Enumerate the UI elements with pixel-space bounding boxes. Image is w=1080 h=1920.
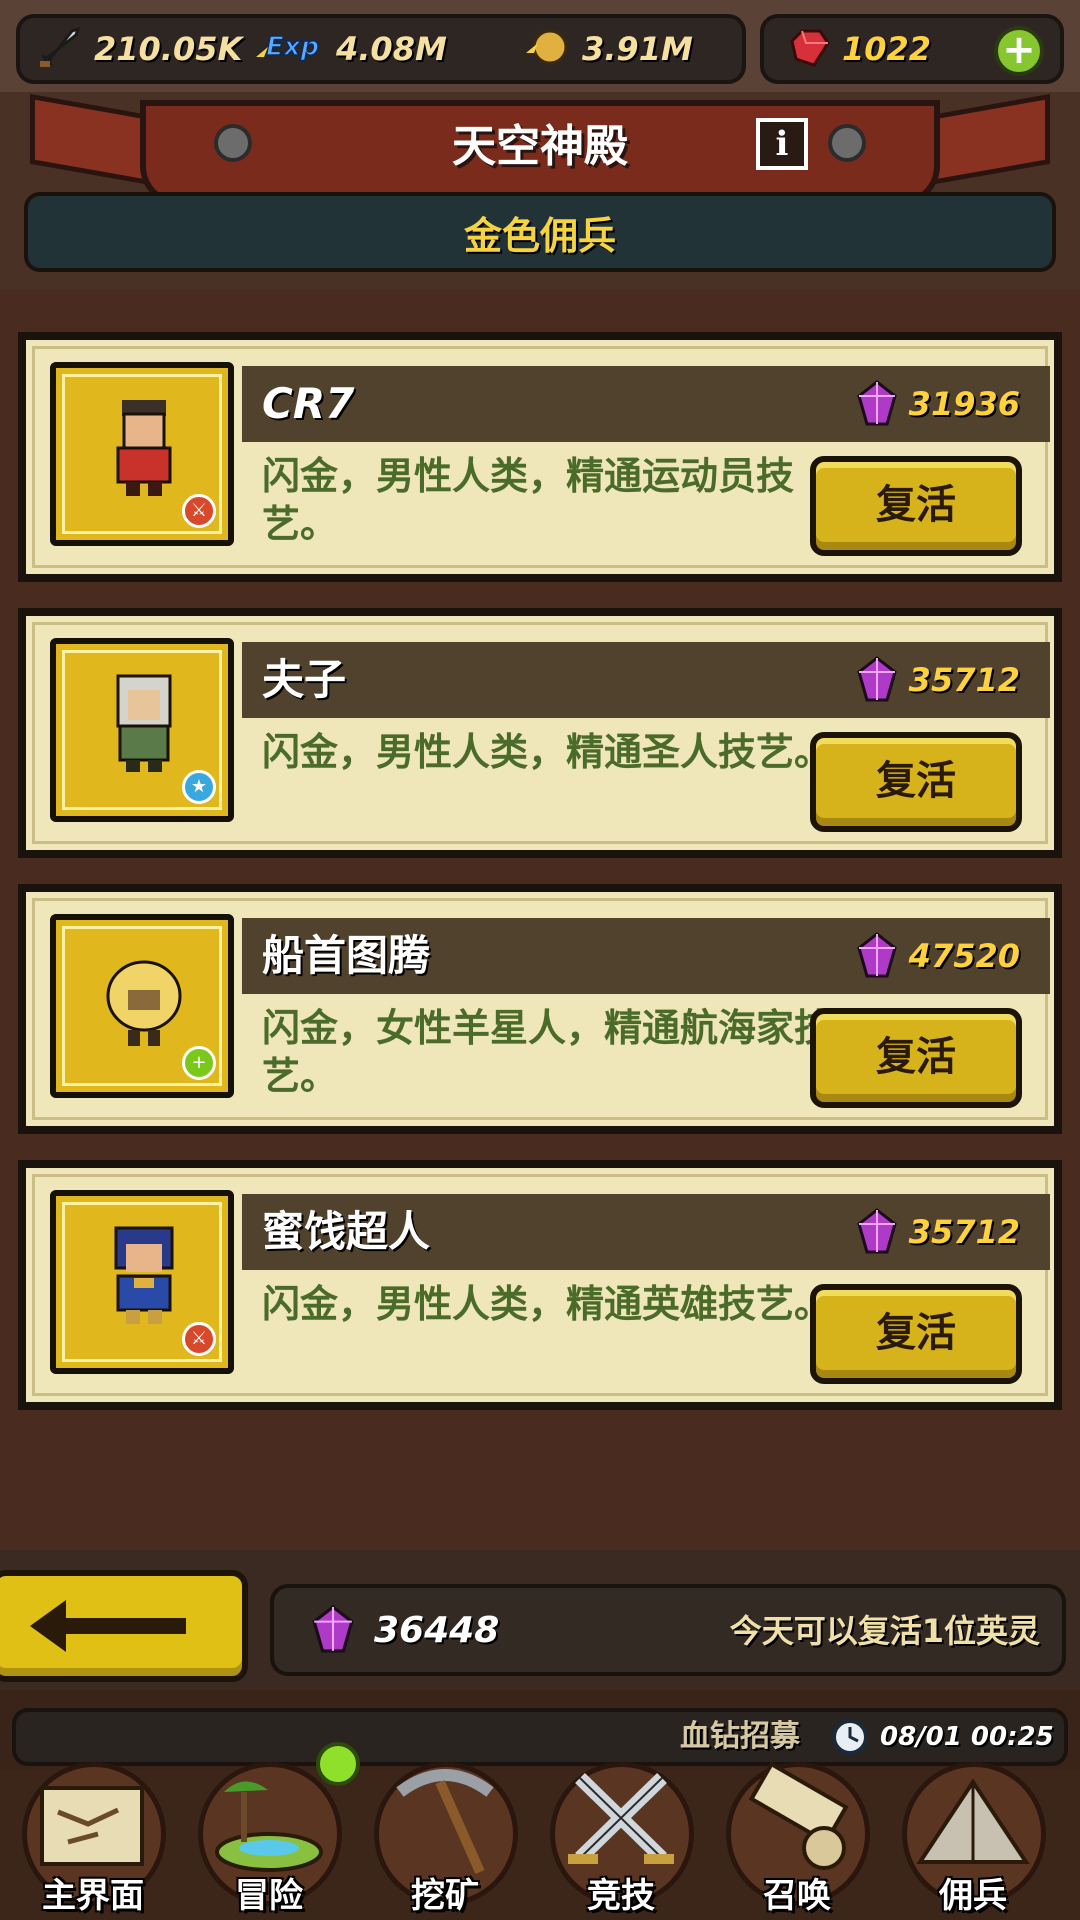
revive-button[interactable]: 复活 [810,456,1022,556]
map-scroll-icon [40,1786,144,1866]
mercenary-card: ⚔ CR7 31936 闪金，男性人类，精通运动员技艺。 复活 [18,332,1062,582]
hero-sprite-icon [106,960,182,1046]
gem-balance: 36448 [310,1592,499,1668]
attack-value: 210.05K [94,30,243,68]
mercenary-portrait[interactable]: ⚔ [50,1190,234,1374]
gem-value: 1022 [842,30,932,68]
purple-gem-icon [856,380,897,426]
sword-icon [36,23,84,75]
purple-gem-icon [312,1605,354,1653]
pickaxe-icon [396,1769,494,1875]
revive-price: 35712 [855,1194,1020,1270]
recruit-label[interactable]: 血钻招募 [680,1710,800,1764]
name-bar: 船首图腾 47520 [242,918,1050,994]
gem-stat: 1022 [784,20,931,78]
gold-coin-icon [522,23,572,75]
revive-price: 31936 [855,366,1020,442]
exp-icon: Exp [252,23,326,75]
exp-stat: Exp 4.08M [252,20,447,78]
hero-sprite-icon [116,674,172,772]
bolt-icon [214,124,252,162]
page-title: 天空神殿 [452,121,628,172]
info-button[interactable]: i [756,118,808,170]
mercenary-description: 闪金，男性人类，精通英雄技艺。 [262,1282,833,1326]
hero-sprite-icon [116,400,172,496]
mercenary-portrait[interactable]: ★ [50,638,234,822]
gold-value: 3.91M [582,30,693,68]
revive-button[interactable]: 复活 [810,1284,1022,1384]
class-badge-icon: ⚔ [182,494,216,528]
island-icon [215,1781,323,1872]
gem-balance-value: 36448 [374,1609,500,1651]
revive-price: 47520 [855,918,1020,994]
gold-stat: 3.91M [522,20,693,78]
class-badge-icon: ⚔ [182,1322,216,1356]
name-bar: 蜜饯超人 35712 [242,1194,1050,1270]
name-bar: CR7 31936 [242,366,1050,442]
svg-text:Exp: Exp [266,32,319,62]
revive-button[interactable]: 复活 [810,1008,1022,1108]
nav-arena[interactable]: 竞技 [536,1762,706,1920]
daily-revive-info: 今天可以复活1位英灵 [729,1612,1040,1650]
revive-price: 35712 [855,642,1020,718]
mercenary-card: ⚔ 蜜饯超人 35712 闪金，男性人类，精通英雄技艺。 复活 [18,1160,1062,1410]
mercenary-description: 闪金，女性羊星人，精通航海家技艺。 [262,1006,833,1098]
mercenary-name: 夫子 [262,655,347,704]
back-button[interactable] [0,1570,248,1682]
add-gems-button[interactable]: + [994,26,1044,76]
mercenary-card: ★ 夫子 35712 闪金，男性人类，精通圣人技艺。 复活 [18,608,1062,858]
class-badge-icon: ★ [182,770,216,804]
mercenary-name: 蜜饯超人 [262,1207,431,1256]
nav-adventure[interactable]: 冒险 [184,1762,354,1920]
tent-icon [916,1778,1030,1864]
back-arrow-icon [30,1600,186,1652]
mercenary-description: 闪金，男性人类，精通圣人技艺。 [262,730,833,774]
mercenary-description: 闪金，男性人类，精通运动员技艺。 [262,454,795,546]
hero-sprite-icon [114,1226,174,1324]
notification-dot [316,1742,360,1786]
bolt-icon [828,124,866,162]
timer-value: 08/01 00:25 [880,1722,1054,1752]
recruit-timer: 08/01 00:25 [830,1710,1054,1764]
exp-value: 4.08M [336,30,447,68]
revive-button[interactable]: 复活 [810,732,1022,832]
nav-mining[interactable]: 挖矿 [360,1762,530,1920]
clock-icon [832,1719,868,1755]
name-bar: 夫子 35712 [242,642,1050,718]
mercenary-portrait[interactable]: + [50,914,234,1098]
nav-summon[interactable]: 召唤 [712,1762,882,1920]
mercenary-name: CR7 [262,379,355,428]
purple-gem-icon [856,656,897,702]
crossed-swords-icon [568,1772,674,1864]
mercenary-name: 船首图腾 [262,931,431,980]
attack-stat: 210.05K [36,20,242,78]
nav-mercenary[interactable]: 佣兵 [888,1762,1058,1920]
purple-gem-icon [856,932,897,978]
summon-scroll-icon [748,1762,849,1870]
class-badge-icon: + [182,1046,216,1080]
nav-main[interactable]: 主界面 [8,1762,178,1920]
mercenary-card: + 船首图腾 47520 闪金，女性羊星人，精通航海家技艺。 复活 [18,884,1062,1134]
ruby-icon [784,23,832,75]
mercenary-portrait[interactable]: ⚔ [50,362,234,546]
category-title: 金色佣兵 [463,214,616,258]
purple-gem-icon [856,1208,897,1254]
